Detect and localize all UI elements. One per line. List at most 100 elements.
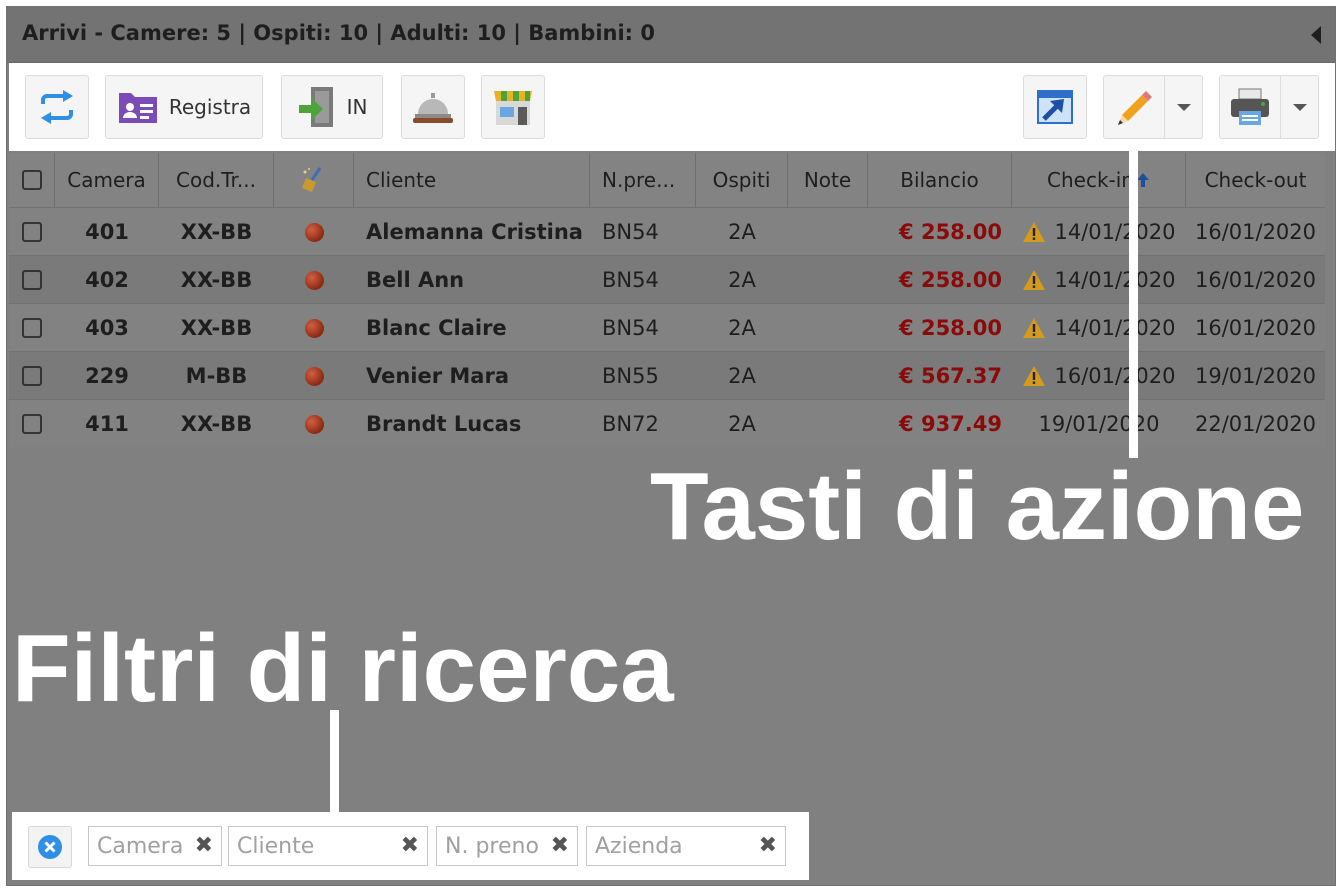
cell-cliente: Brandt Lucas xyxy=(366,412,522,436)
actions-pointer-line xyxy=(1129,148,1138,458)
cliente-filter-input[interactable] xyxy=(229,827,427,865)
cell-checkin-date: 16/01/2020 xyxy=(1054,364,1176,388)
row-checkbox[interactable] xyxy=(22,270,42,290)
azienda-filter-input[interactable] xyxy=(587,827,785,865)
broom-icon xyxy=(301,167,321,192)
open-external-icon xyxy=(1037,90,1073,124)
row-checkbox[interactable] xyxy=(22,366,42,386)
cell-housekeeping xyxy=(274,304,354,352)
cell-npreno: BN55 xyxy=(602,364,659,388)
clear-filters-button[interactable] xyxy=(28,826,72,868)
cell-cliente: Alemanna Cristina xyxy=(366,220,583,244)
cell-camera: 403 xyxy=(85,316,129,340)
select-all-cell xyxy=(9,153,55,207)
cell-checkin: 19/01/2020 xyxy=(1012,400,1186,448)
grid-header: Camera Cod.Tr... Cliente N.pre... Ospiti… xyxy=(9,153,1325,207)
npreno-filter: ✖ xyxy=(436,826,578,866)
triangle-left-icon[interactable] xyxy=(1311,26,1321,44)
cell-note xyxy=(788,208,868,256)
registra-button[interactable]: Registra xyxy=(105,75,263,139)
col-checkin[interactable]: Check-in xyxy=(1012,153,1186,207)
cell-checkout: 16/01/2020 xyxy=(1194,316,1317,340)
cell-note xyxy=(788,304,868,352)
select-all-checkbox[interactable] xyxy=(21,170,42,190)
cliente-filter: ✖ xyxy=(228,826,428,866)
table-row[interactable]: 229 M-BB Venier Mara BN55 2A € 567.37 16/01/20… xyxy=(9,351,1325,399)
print-button[interactable] xyxy=(1219,75,1281,139)
edit-button[interactable] xyxy=(1103,75,1165,139)
cell-codtr: M-BB xyxy=(185,364,248,388)
cell-npreno: BN54 xyxy=(602,268,659,292)
cell-checkout: 16/01/2020 xyxy=(1194,220,1317,244)
cell-checkin: 14/01/2020 xyxy=(1012,208,1186,256)
cell-npreno: BN72 xyxy=(602,412,659,436)
table-row[interactable]: 411 XX-BB Brandt Lucas BN72 2A € 937.49 19/01/… xyxy=(9,399,1325,447)
open-button[interactable] xyxy=(1023,75,1087,139)
cell-ospiti: 2A xyxy=(728,220,756,244)
col-codtr[interactable]: Cod.Tr... xyxy=(159,153,274,207)
shop-button[interactable] xyxy=(481,75,545,139)
registra-label: Registra xyxy=(168,95,252,119)
col-cliente[interactable]: Cliente xyxy=(354,153,590,207)
npreno-filter-clear-icon[interactable]: ✖ xyxy=(551,835,569,857)
warning-icon xyxy=(1023,270,1046,290)
row-checkbox[interactable] xyxy=(22,318,42,338)
azienda-filter: ✖ xyxy=(586,826,786,866)
cell-checkout: 19/01/2020 xyxy=(1194,364,1317,388)
col-bilancio[interactable]: Bilancio xyxy=(868,153,1012,207)
row-checkbox[interactable] xyxy=(22,414,42,434)
azienda-filter-clear-icon[interactable]: ✖ xyxy=(759,835,777,857)
filters-annotation: Filtri di ricerca xyxy=(12,615,674,722)
table-row[interactable]: 402 XX-BB Bell Ann BN54 2A € 258.00 14/01/2020… xyxy=(9,255,1325,303)
cell-camera: 401 xyxy=(85,220,129,244)
cell-cliente: Blanc Claire xyxy=(366,316,507,340)
cell-camera: 229 xyxy=(85,364,129,388)
room-status-dot-icon xyxy=(304,366,324,386)
panel-header: Arrivi - Camere: 5 | Ospiti: 10 | Adulti… xyxy=(7,7,1335,63)
cell-checkin: 14/01/2020 xyxy=(1012,304,1186,352)
edit-dropdown-button[interactable] xyxy=(1165,75,1203,139)
checkin-button[interactable]: IN xyxy=(281,75,383,139)
concierge-button[interactable] xyxy=(401,75,465,139)
camera-filter-clear-icon[interactable]: ✖ xyxy=(195,835,213,857)
cell-housekeeping xyxy=(274,352,354,400)
cell-note xyxy=(788,352,868,400)
row-select-cell xyxy=(9,400,55,448)
table-row[interactable]: 403 XX-BB Blanc Claire BN54 2A € 258.00 14/01/… xyxy=(9,303,1325,351)
cliente-filter-clear-icon[interactable]: ✖ xyxy=(401,835,419,857)
cell-checkin-date: 14/01/2020 xyxy=(1054,316,1176,340)
col-camera[interactable]: Camera xyxy=(55,153,159,207)
cell-camera: 402 xyxy=(85,268,129,292)
cell-note xyxy=(788,256,868,304)
col-ospiti[interactable]: Ospiti xyxy=(696,153,788,207)
table-row[interactable]: 401 XX-BB Alemanna Cristina BN54 2A € 258.00 1… xyxy=(9,207,1325,255)
clear-circle-icon xyxy=(38,835,62,859)
panel-title: Arrivi - Camere: 5 | Ospiti: 10 | Adulti… xyxy=(22,21,656,45)
refresh-button[interactable] xyxy=(25,75,89,139)
cell-ospiti: 2A xyxy=(728,412,756,436)
row-select-cell xyxy=(9,352,55,400)
print-dropdown-button[interactable] xyxy=(1281,75,1319,139)
col-checkout[interactable]: Check-out xyxy=(1186,153,1325,207)
refresh-arrows-icon xyxy=(41,90,73,124)
room-status-dot-icon xyxy=(304,414,324,434)
row-select-cell xyxy=(9,208,55,256)
cell-checkin-date: 14/01/2020 xyxy=(1054,220,1176,244)
checkin-label: IN xyxy=(346,95,368,119)
room-status-dot-icon xyxy=(304,222,324,242)
cell-checkin-date: 14/01/2020 xyxy=(1054,268,1176,292)
col-checkin-label: Check-in xyxy=(1047,168,1134,192)
col-housekeeping[interactable] xyxy=(274,153,354,207)
col-npreno[interactable]: N.pre... xyxy=(590,153,696,207)
storefront-icon xyxy=(494,91,532,125)
cell-checkout: 16/01/2020 xyxy=(1194,268,1317,292)
row-checkbox[interactable] xyxy=(22,222,42,242)
col-note[interactable]: Note xyxy=(788,153,868,207)
room-status-dot-icon xyxy=(304,270,324,290)
arrow-up-icon xyxy=(1136,173,1149,187)
printer-icon xyxy=(1231,88,1269,125)
cell-codtr: XX-BB xyxy=(180,316,253,340)
chevron-down-icon xyxy=(1176,103,1191,111)
row-select-cell xyxy=(9,256,55,304)
cell-codtr: XX-BB xyxy=(180,412,253,436)
